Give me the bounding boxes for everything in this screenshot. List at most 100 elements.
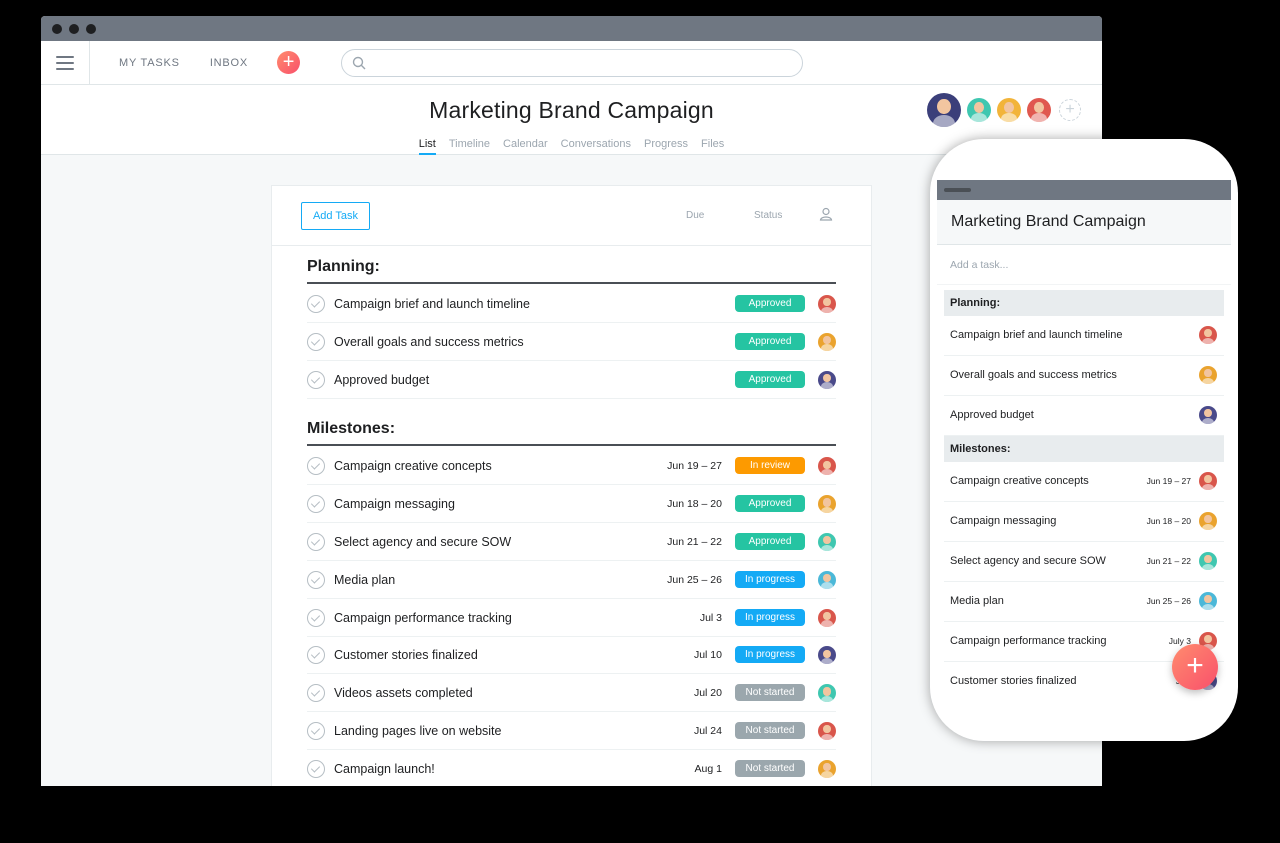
mobile-task-name[interactable]: Overall goals and success metrics	[950, 369, 1117, 381]
mobile-task-row[interactable]: Approved budget	[944, 396, 1224, 436]
assignee-avatar[interactable]	[818, 608, 836, 627]
tab-timeline[interactable]: Timeline	[449, 138, 490, 155]
task-name[interactable]: Customer stories finalized	[334, 648, 478, 662]
complete-checkbox-icon[interactable]	[307, 684, 325, 703]
assignee-avatar[interactable]	[818, 684, 836, 703]
tab-list[interactable]: List	[418, 138, 436, 155]
mobile-task-name[interactable]: Campaign performance tracking	[950, 635, 1107, 647]
mobile-task-row[interactable]: Select agency and secure SOW Jun 21 – 22	[944, 542, 1224, 582]
status-badge[interactable]: Approved	[735, 533, 805, 550]
complete-checkbox-icon[interactable]	[307, 332, 325, 351]
mobile-task-row[interactable]: Campaign creative concepts Jun 19 – 27	[944, 462, 1224, 502]
assignee-avatar[interactable]	[818, 533, 836, 551]
mobile-assignee-avatar[interactable]	[1199, 472, 1217, 490]
member-avatar[interactable]	[967, 98, 991, 122]
status-badge[interactable]: In review	[735, 457, 805, 475]
assignee-avatar[interactable]	[818, 332, 836, 351]
task-name[interactable]: Media plan	[334, 573, 395, 587]
complete-checkbox-icon[interactable]	[307, 533, 325, 551]
status-badge[interactable]: In progress	[735, 646, 805, 664]
mobile-assignee-avatar[interactable]	[1199, 406, 1217, 424]
assignee-avatar[interactable]	[818, 570, 836, 589]
task-row[interactable]: Videos assets completed Jul 20 Not started	[307, 674, 836, 713]
task-row[interactable]: Media plan Jun 25 – 26 In progress	[307, 561, 836, 599]
task-row[interactable]: Landing pages live on website Jul 24 Not s…	[307, 712, 836, 750]
mobile-task-name[interactable]: Approved budget	[950, 409, 1034, 421]
task-name[interactable]: Campaign brief and launch timeline	[334, 297, 530, 311]
task-row[interactable]: Campaign performance tracking Jul 3 In pro…	[307, 599, 836, 637]
tab-progress[interactable]: Progress	[644, 138, 688, 155]
member-avatar[interactable]	[1027, 98, 1051, 122]
complete-checkbox-icon[interactable]	[307, 722, 325, 740]
task-row[interactable]: Overall goals and success metrics Approve…	[307, 323, 836, 361]
complete-checkbox-icon[interactable]	[307, 570, 325, 589]
tab-calendar[interactable]: Calendar	[503, 138, 548, 155]
mobile-task-name[interactable]: Campaign messaging	[950, 515, 1056, 527]
complete-checkbox-icon[interactable]	[307, 457, 325, 476]
task-name[interactable]: Campaign performance tracking	[334, 611, 512, 625]
status-badge[interactable]: Approved	[735, 332, 805, 350]
task-name[interactable]: Select agency and secure SOW	[334, 535, 511, 549]
complete-checkbox-icon[interactable]	[307, 295, 325, 313]
status-badge[interactable]: Approved	[735, 370, 805, 388]
member-avatar[interactable]	[927, 93, 961, 127]
tab-conversations[interactable]: Conversations	[561, 138, 631, 155]
task-row[interactable]: Campaign brief and launch timeline Approv…	[307, 285, 836, 323]
task-row[interactable]: Customer stories finalized Jul 10 In progr…	[307, 636, 836, 675]
add-member-button[interactable]: +	[1059, 99, 1081, 121]
mobile-assignee-avatar[interactable]	[1199, 326, 1217, 344]
assignee-avatar[interactable]	[818, 495, 836, 514]
nav-inbox[interactable]: INBOX	[210, 57, 248, 69]
mobile-assignee-avatar[interactable]	[1199, 552, 1217, 570]
mobile-assignee-avatar[interactable]	[1199, 366, 1217, 384]
assignee-avatar[interactable]	[818, 457, 836, 476]
assignee-avatar[interactable]	[818, 722, 836, 740]
mobile-add-fab-button[interactable]: +	[1172, 644, 1218, 690]
task-name[interactable]: Campaign messaging	[334, 497, 455, 511]
mobile-task-name[interactable]: Campaign brief and launch timeline	[950, 329, 1122, 341]
assignee-avatar[interactable]	[818, 646, 836, 665]
task-name[interactable]: Campaign launch!	[334, 762, 435, 776]
column-header-status[interactable]: Status	[754, 210, 782, 221]
quick-add-button[interactable]: +	[277, 51, 301, 74]
tab-files[interactable]: Files	[701, 138, 724, 155]
mobile-task-name[interactable]: Campaign creative concepts	[950, 475, 1089, 487]
task-name[interactable]: Campaign creative concepts	[334, 459, 492, 473]
assignee-avatar[interactable]	[818, 295, 836, 313]
nav-my-tasks[interactable]: MY TASKS	[119, 57, 180, 69]
complete-checkbox-icon[interactable]	[307, 608, 325, 627]
task-row[interactable]: Select agency and secure SOW Jun 21 – 22 A…	[307, 523, 836, 561]
assignee-avatar[interactable]	[818, 759, 836, 778]
mobile-task-name[interactable]: Media plan	[950, 595, 1004, 607]
task-name[interactable]: Overall goals and success metrics	[334, 335, 524, 349]
mobile-assignee-avatar[interactable]	[1199, 512, 1217, 530]
column-header-due[interactable]: Due	[686, 210, 704, 221]
status-badge[interactable]: Approved	[735, 495, 805, 513]
mobile-task-row[interactable]: Campaign messaging Jun 18 – 20	[944, 502, 1224, 542]
complete-checkbox-icon[interactable]	[307, 646, 325, 665]
window-close-dot[interactable]	[52, 23, 62, 34]
status-badge[interactable]: Not started	[735, 722, 805, 739]
status-badge[interactable]: In progress	[735, 570, 805, 588]
status-badge[interactable]: Not started	[735, 759, 805, 777]
window-maximize-dot[interactable]	[86, 23, 96, 34]
mobile-add-task-input[interactable]: Add a task...	[937, 245, 1231, 285]
task-name[interactable]: Landing pages live on website	[334, 724, 501, 738]
task-row[interactable]: Campaign messaging Jun 18 – 20 Approved	[307, 485, 836, 524]
add-task-button[interactable]: Add Task	[301, 202, 370, 230]
task-name[interactable]: Videos assets completed	[334, 686, 473, 700]
mobile-task-name[interactable]: Customer stories finalized	[950, 675, 1077, 687]
member-avatar[interactable]	[997, 98, 1021, 122]
task-row[interactable]: Campaign creative concepts Jun 19 – 27 In …	[307, 447, 836, 486]
complete-checkbox-icon[interactable]	[307, 370, 325, 389]
complete-checkbox-icon[interactable]	[307, 759, 325, 778]
status-badge[interactable]: In progress	[735, 608, 805, 626]
mobile-task-row[interactable]: Overall goals and success metrics	[944, 356, 1224, 396]
mobile-task-row[interactable]: Campaign brief and launch timeline	[944, 316, 1224, 356]
status-badge[interactable]: Approved	[735, 295, 805, 312]
assignee-column-icon[interactable]	[819, 207, 833, 221]
task-row[interactable]: Approved budget Approved	[307, 361, 836, 399]
window-minimize-dot[interactable]	[69, 23, 79, 34]
status-badge[interactable]: Not started	[735, 684, 805, 702]
assignee-avatar[interactable]	[818, 370, 836, 389]
